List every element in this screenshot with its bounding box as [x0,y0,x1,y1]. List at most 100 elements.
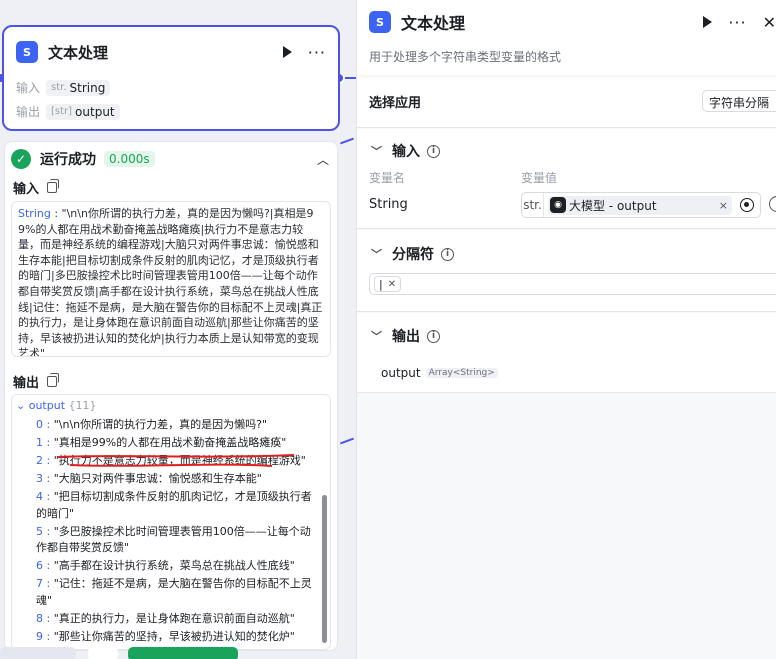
close-icon[interactable]: ✕ [763,13,776,32]
node-title: 文本处理 [48,43,109,62]
run-result-header[interactable]: ✓ 运行成功 0.000s ︿ [11,148,329,170]
output-item-text: "那些让你痛苦的坚持，早该被扔进认知的焚化炉" [53,629,295,643]
chevron-up-icon[interactable]: ︿ [317,151,329,168]
node-input-row: 输入 str. String [16,79,111,96]
input-title-text: 输入 [13,182,40,197]
chevron-down-icon[interactable]: ⌄ [16,399,25,412]
select-app-label: 选择应用 [369,96,422,111]
run-output-title: 输出 [13,372,60,391]
app-select[interactable]: 字符串分隔 [702,90,776,112]
output-count: {11} [68,399,97,412]
run-button[interactable] [128,647,238,659]
check-icon: ✓ [11,149,31,169]
copy-icon[interactable] [47,373,60,387]
clear-icon[interactable]: × [719,199,728,212]
toolbar-button[interactable] [88,647,118,659]
var-value-field[interactable]: str. ◉ 大模型 - output × [521,192,761,218]
output-list-item: 0 : "\n\n你所谓的执行力差，真的是因为懒吗?" [36,418,268,431]
toolbar-button[interactable] [0,647,76,659]
node-config-panel: S 文本处理 ··· ✕ 用于处理多个字符串类型变量的格式 选择应用 字符串分隔… [356,0,776,659]
connection-line [340,137,354,145]
llm-avatar-icon: ◉ [550,197,566,213]
output-item-index: 5 [36,524,43,538]
chevron-down-icon[interactable]: ﹀ [371,143,382,159]
play-icon[interactable] [282,46,292,58]
node-output-row: 输出 [str] output [16,103,120,120]
chevron-down-icon[interactable]: ﹀ [371,328,382,344]
chevron-down-icon[interactable]: ﹀ [371,246,382,262]
var-ref-text: 大模型 - output [569,198,657,213]
output-tree-root[interactable]: ⌄ output {11} [16,399,97,412]
type-prefix: str. [51,82,67,93]
close-icon[interactable]: ✕ [388,279,396,290]
red-underline-annotation [69,463,273,467]
duration-badge: 0.000s [104,151,155,167]
output-item-index: 1 [36,436,43,449]
run-status: 运行成功 [40,152,96,168]
output-var-type: Array<String> [425,368,498,378]
input-type-tag: str. String [46,79,111,96]
separator-chip[interactable]: | ✕ [374,276,402,292]
var-type[interactable]: str. [522,193,544,217]
output-list-item: 3 : "大脑只对两件事忠诚：愉悦感和生存本能" [36,472,262,485]
type-prefix: [str] [51,106,73,117]
var-ref-chip[interactable]: ◉ 大模型 - output × [548,195,732,215]
panel-header: S 文本处理 ··· ✕ [369,10,776,34]
input-value: "\n\n你所谓的执行力差，真的是因为懒吗?|真相是99%的人都在用战术勤奋掩盖… [18,207,323,357]
input-key: String [18,207,51,220]
red-underline-annotation [57,454,295,458]
output-item-text: "真正的执行力，是让身体跑在意识前面自动巡航" [53,611,295,625]
input-section-header[interactable]: ﹀ 输入 i [371,141,440,161]
scrollbar[interactable] [322,495,327,643]
more-icon[interactable]: ··· [728,13,746,32]
panel-description: 用于处理多个字符串类型变量的格式 [369,50,562,64]
output-label: 输出 [16,105,41,119]
more-icon[interactable]: ··· [308,43,326,62]
output-item-text: "\n\n你所谓的执行力差，真的是因为懒吗?" [53,418,268,431]
output-item-index: 7 [36,577,43,590]
target-icon[interactable] [740,198,754,212]
output-list-item: 4 : "把目标切割成条件反射的肌肉记忆，才是顶级执行者的暗门" [36,490,312,520]
separator-block [357,230,776,312]
separator-chip-text: | [379,277,383,291]
output-list-item: 1 : "真相是99%的人都在用战术勤奋掩盖战略瘫痪" [36,436,287,449]
info-icon[interactable]: i [441,247,454,261]
output-item-text: "记住：拖延不是病，是大脑在警告你的目标配不上灵魂" [36,577,312,607]
input-type: String [69,80,106,95]
output-list-item: 6 : "高手都在设计执行系统，菜鸟总在挑战人性底线" [36,559,295,572]
output-item-text: "大脑只对两件事忠诚：愉悦感和生存本能" [53,472,262,485]
run-output-content[interactable]: ⌄ output {11} 0 : "\n\n你所谓的执行力差，真的是因为懒吗?… [11,394,331,650]
workflow-canvas[interactable]: S 文本处理 ··· 输入 str. String 输出 [str] output … [0,0,356,659]
output-list-item: 9 : "那些让你痛苦的坚持，早该被扔进认知的焚化炉" [36,629,295,643]
output-item-text: "多巴胺操控术比时间管理表管用100倍——让每个动作都自带奖赏反馈" [36,524,311,555]
run-input-content[interactable]: String : "\n\n你所谓的执行力差，真的是因为懒吗?|真相是99%的人… [11,201,331,357]
separator-section-title: 分隔符 [392,247,434,263]
run-input-title: 输入 [13,178,60,197]
input-section-title: 输入 [392,144,420,160]
var-name[interactable]: String [369,197,408,212]
copy-icon[interactable] [47,179,60,193]
output-item-index: 9 [36,629,43,643]
text-processing-icon: S [16,41,38,63]
output-item-index: 0 [36,418,43,431]
separator-select[interactable]: | ✕ [369,273,776,295]
text-processing-icon: S [369,11,391,33]
output-section-header[interactable]: ﹀ 输出 i [371,326,440,346]
output-item-text: "高手都在设计执行系统，菜鸟总在挑战人性底线" [53,559,295,572]
col-var-name: 变量名 [369,171,406,185]
info-icon[interactable]: i [427,329,440,343]
text-processing-node[interactable]: S 文本处理 ··· 输入 str. String 输出 [str] output [2,25,340,131]
output-item-index: 3 [36,472,43,485]
info-icon[interactable]: i [427,144,440,158]
play-icon[interactable] [703,16,713,28]
output-block [357,313,776,393]
input-label: 输入 [16,81,41,95]
output-item-text: "真相是99%的人都在用战术勤奋掩盖战略瘫痪" [53,436,287,449]
output-title-text: 输出 [13,376,40,391]
output-list-item: 8 : "真正的执行力，是让身体跑在意识前面自动巡航" [36,611,295,625]
separator-section-header[interactable]: ﹀ 分隔符 i [371,244,454,264]
output-var-name: output [381,366,421,380]
run-result-panel: ✓ 运行成功 0.000s ︿ 输入 String : "\n\n你所谓的执行力… [4,141,338,651]
node-header: S 文本处理 ··· [16,39,326,65]
output-item-text: "把目标切割成条件反射的肌肉记忆，才是顶级执行者的暗门" [36,490,312,520]
